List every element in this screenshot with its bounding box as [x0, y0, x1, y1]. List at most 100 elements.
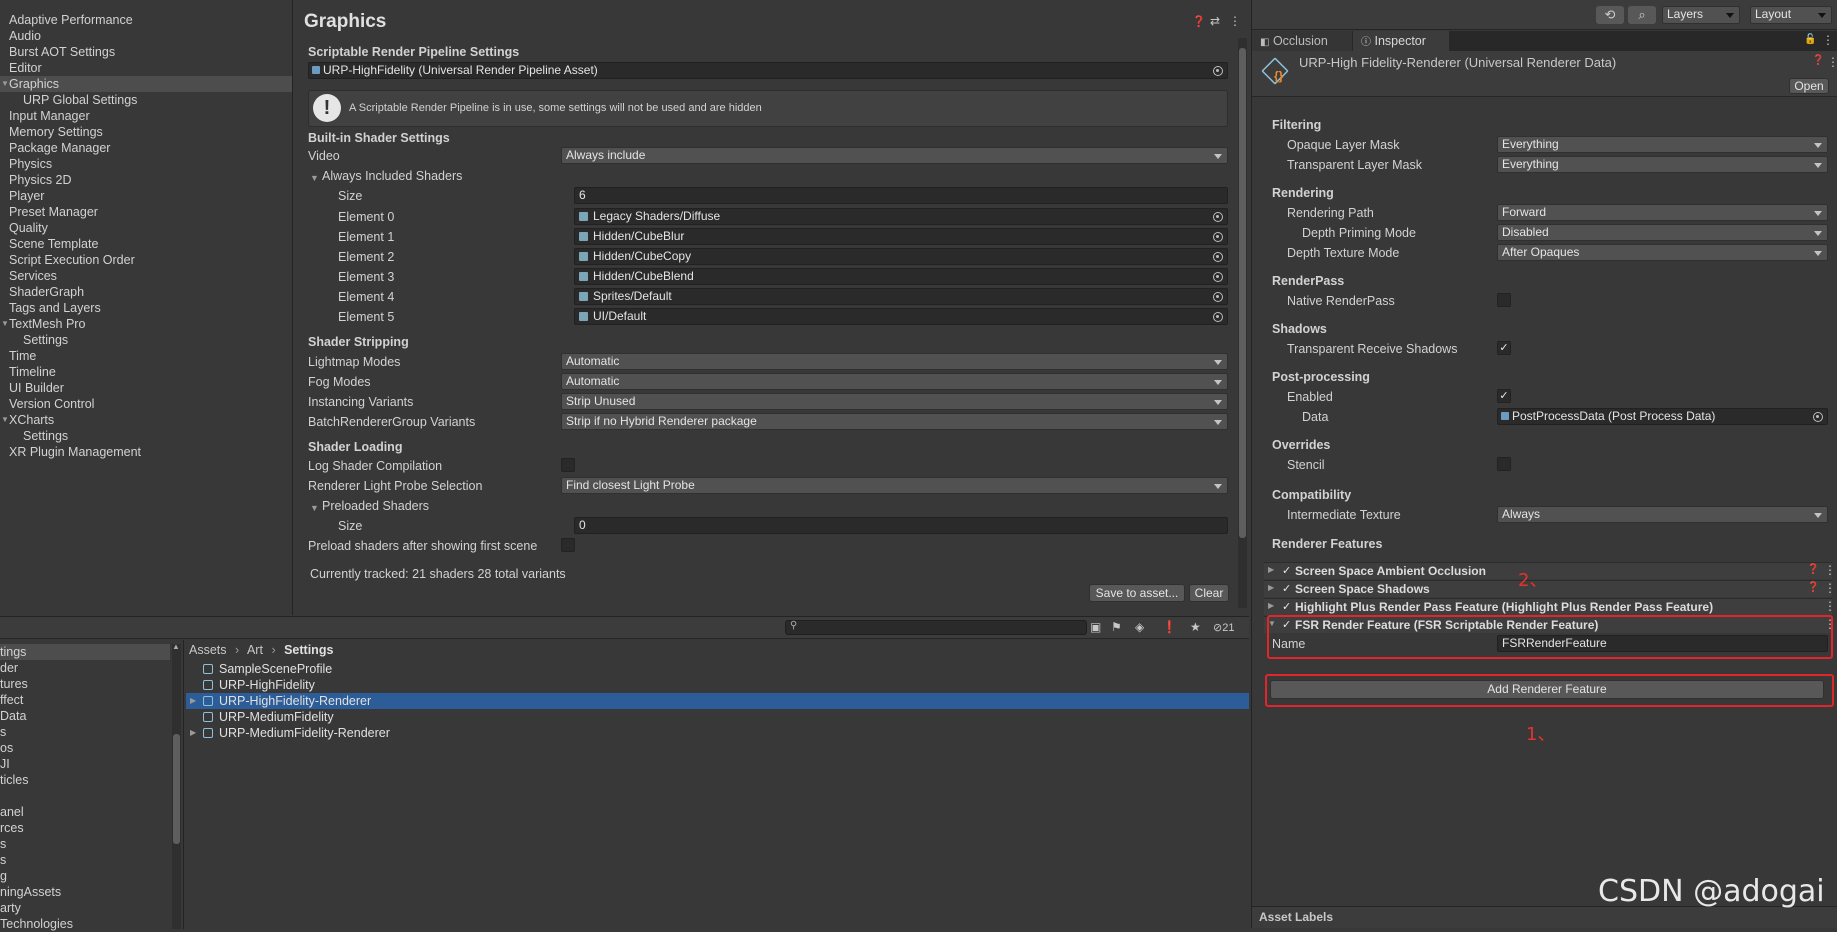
folder-tree-scrollbar[interactable]: ▲ [172, 642, 181, 929]
expand-triangle-icon[interactable]: ▼ [1, 316, 9, 332]
more-menu-icon[interactable]: ⋮ [1827, 55, 1837, 69]
layers-dropdown[interactable]: Layers [1662, 6, 1740, 24]
depth-texture-dropdown[interactable]: After Opaques [1497, 244, 1828, 261]
expand-triangle-icon[interactable]: ▼ [310, 173, 319, 183]
vertical-scrollbar[interactable] [1238, 38, 1247, 608]
search-by-type-icon[interactable]: ▣ [1090, 620, 1101, 634]
preload-after-checkbox[interactable] [561, 538, 575, 552]
settings-nav-item[interactable]: Services [0, 268, 292, 284]
search-input[interactable]: ⚲ [785, 620, 1087, 635]
folder-tree-item[interactable]: tings [0, 644, 170, 660]
settings-nav-item[interactable]: UI Builder [0, 380, 292, 396]
settings-nav-item[interactable]: URP Global Settings [0, 92, 292, 108]
settings-nav-item[interactable]: XR Plugin Management [0, 444, 292, 460]
renderer-feature-row[interactable]: ▶ ✓ Screen Space Ambient Occlusion ❓ ⋮ [1264, 562, 1836, 579]
more-menu-icon[interactable]: ⋮ [1824, 563, 1836, 577]
scroll-up-icon[interactable]: ▲ [172, 642, 180, 651]
more-menu-icon[interactable]: ⋮ [1824, 599, 1836, 613]
settings-nav-item[interactable]: Editor [0, 60, 292, 76]
breadcrumb-art[interactable]: Art [247, 643, 263, 657]
search-button[interactable]: ⌕ [1628, 6, 1656, 24]
folder-tree-item[interactable]: anel [0, 804, 170, 820]
object-picker-icon[interactable] [1813, 412, 1823, 422]
opaque-dropdown[interactable]: Everything [1497, 136, 1828, 153]
video-dropdown[interactable]: Always include [561, 147, 1228, 164]
expand-triangle-icon[interactable]: ▶ [1268, 565, 1274, 574]
folder-tree-item[interactable]: s [0, 724, 170, 740]
folder-tree-item[interactable]: ffect [0, 692, 170, 708]
log-compilation-checkbox[interactable] [561, 458, 575, 472]
object-picker-icon[interactable] [1213, 312, 1223, 322]
settings-nav-item[interactable]: Burst AOT Settings [0, 44, 292, 60]
settings-nav-item[interactable]: Adaptive Performance [0, 12, 292, 28]
settings-nav-item[interactable]: Physics 2D [0, 172, 292, 188]
layout-dropdown[interactable]: Layout [1750, 6, 1832, 24]
transparent-shadows-checkbox[interactable]: ✓ [1497, 341, 1511, 355]
folder-tree-item[interactable]: rces [0, 820, 170, 836]
always-included-label[interactable]: Always Included Shaders [322, 168, 462, 184]
shader-object-field[interactable]: Sprites/Default [574, 288, 1228, 305]
settings-nav-item[interactable]: Scene Template [0, 236, 292, 252]
more-menu-icon[interactable]: ⋮ [1229, 14, 1241, 28]
stripping-dropdown[interactable]: Automatic [561, 353, 1228, 370]
breadcrumb-settings[interactable]: Settings [284, 643, 333, 657]
folder-tree-item[interactable]: s [0, 836, 170, 852]
scrollbar-thumb[interactable] [173, 734, 180, 844]
settings-nav-item[interactable]: Player [0, 188, 292, 204]
settings-nav-item[interactable]: Quality [0, 220, 292, 236]
expand-triangle-icon[interactable]: ▶ [190, 693, 196, 709]
folder-tree-item[interactable]: JI [0, 756, 170, 772]
size-field[interactable]: 6 [574, 187, 1228, 204]
object-picker-icon[interactable] [1213, 292, 1223, 302]
asset-list-item[interactable]: URP-HighFidelity [186, 677, 1249, 693]
settings-nav-item[interactable]: Preset Manager [0, 204, 292, 220]
help-icon[interactable]: ❓ [1807, 564, 1819, 575]
expand-triangle-icon[interactable]: ▼ [1, 412, 9, 428]
shader-object-field[interactable]: Hidden/CubeBlur [574, 228, 1228, 245]
expand-triangle-icon[interactable]: ▼ [1, 76, 9, 92]
settings-nav-item[interactable]: Timeline [0, 364, 292, 380]
hidden-packages-icon[interactable]: ⊘21 [1213, 621, 1234, 634]
feature-enabled-checkbox[interactable]: ✓ [1282, 564, 1291, 577]
lock-icon[interactable]: 🔓 [1804, 34, 1816, 45]
tag-icon[interactable]: ◈ [1135, 620, 1144, 634]
settings-nav-item[interactable]: Time [0, 348, 292, 364]
settings-nav-item[interactable]: Script Execution Order [0, 252, 292, 268]
shader-object-field[interactable]: Hidden/CubeCopy [574, 248, 1228, 265]
folder-tree-item[interactable]: ticles [0, 772, 170, 788]
srp-asset-field[interactable]: URP-HighFidelity (Universal Render Pipel… [308, 62, 1228, 79]
folder-tree-item[interactable]: Data [0, 708, 170, 724]
scrollbar-thumb[interactable] [1239, 48, 1246, 538]
breadcrumb-assets[interactable]: Assets [189, 643, 227, 657]
folder-tree-item[interactable]: tures [0, 676, 170, 692]
light-probe-dropdown[interactable]: Find closest Light Probe [561, 477, 1228, 494]
expand-triangle-icon[interactable]: ▼ [310, 503, 319, 513]
preloaded-label[interactable]: Preloaded Shaders [322, 498, 429, 514]
asset-list-item[interactable]: ▶ URP-MediumFidelity-Renderer [186, 725, 1249, 741]
folder-tree-item[interactable]: arty [0, 900, 170, 916]
folder-tree-item[interactable]: s [0, 852, 170, 868]
asset-list-item[interactable]: URP-MediumFidelity [186, 709, 1249, 725]
feature-enabled-checkbox[interactable]: ✓ [1282, 600, 1291, 613]
settings-nav-item[interactable]: Tags and Layers [0, 300, 292, 316]
settings-nav-item[interactable]: Audio [0, 28, 292, 44]
object-picker-icon[interactable] [1213, 66, 1223, 76]
object-picker-icon[interactable] [1213, 232, 1223, 242]
folder-tree-item[interactable]: Technologies [0, 916, 170, 932]
rendering-path-dropdown[interactable]: Forward [1497, 204, 1828, 221]
folder-tree-item[interactable]: der [0, 660, 170, 676]
folder-tree-item[interactable] [0, 788, 170, 804]
settings-nav-item[interactable]: Physics [0, 156, 292, 172]
renderer-feature-row[interactable]: ▶ ✓ Highlight Plus Render Pass Feature (Hi… [1264, 598, 1836, 615]
folder-tree-item[interactable]: os [0, 740, 170, 756]
expand-triangle-icon[interactable]: ▶ [190, 725, 196, 741]
folder-tree-item[interactable]: g [0, 868, 170, 884]
native-renderpass-checkbox[interactable] [1497, 293, 1511, 307]
shader-object-field[interactable]: Hidden/CubeBlend [574, 268, 1228, 285]
post-data-field[interactable]: PostProcessData (Post Process Data) [1497, 408, 1828, 425]
stripping-dropdown[interactable]: Automatic [561, 373, 1228, 390]
stencil-checkbox[interactable] [1497, 457, 1511, 471]
help-icon[interactable]: ❓ [1807, 582, 1819, 593]
expand-triangle-icon[interactable]: ▶ [1268, 601, 1274, 610]
history-button[interactable]: ⟲ [1596, 6, 1624, 24]
